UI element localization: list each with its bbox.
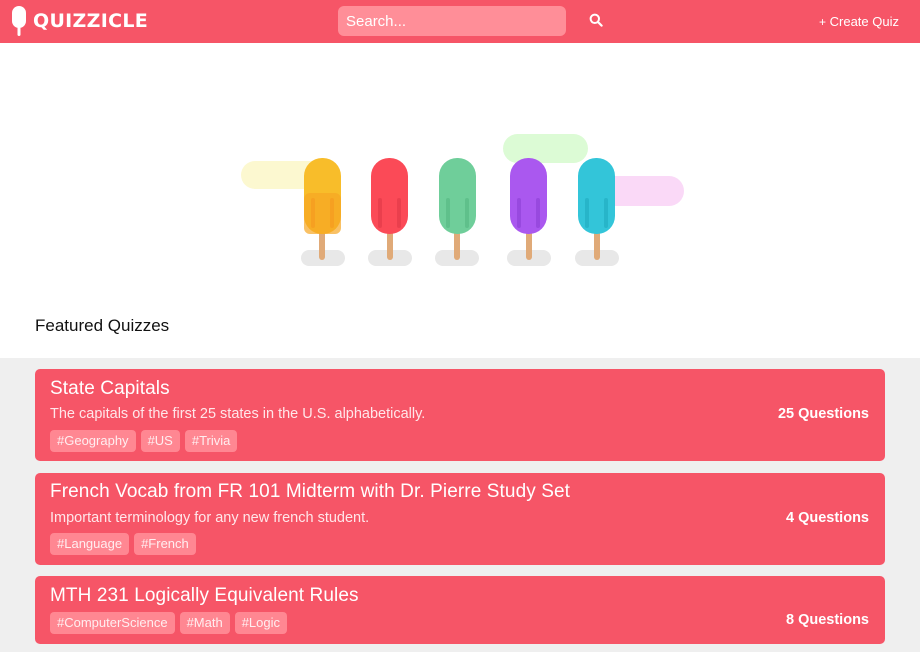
green-cloud-shape <box>503 134 588 163</box>
popsicle-teal <box>578 158 615 260</box>
tag-us[interactable]: #US <box>140 430 180 452</box>
tag-language[interactable]: #Language <box>50 533 130 555</box>
quiz-card-state-capitals[interactable]: State Capitals The capitals of the first… <box>35 369 885 461</box>
quiz-description: The capitals of the first 25 states in t… <box>50 406 426 422</box>
create-quiz-label: Create Quiz <box>829 14 899 29</box>
hero-banner: Featured Quizzes <box>0 43 920 358</box>
tag-geography[interactable]: #Geography <box>50 430 136 452</box>
quiz-tags: #Language #French <box>50 533 196 555</box>
tag-logic[interactable]: #Logic <box>234 612 288 634</box>
popsicle-purple <box>510 158 547 260</box>
popsicles-illustration <box>241 134 684 266</box>
tag-french[interactable]: #French <box>134 533 196 555</box>
quiz-card-mth-231[interactable]: MTH 231 Logically Equivalent Rules 8 Que… <box>35 576 885 644</box>
create-quiz-link[interactable]: + Create Quiz <box>819 14 899 29</box>
featured-quizzes-heading: Featured Quizzes <box>35 316 170 335</box>
quiz-question-count: 25 Questions <box>777 406 869 422</box>
quiz-tags: #Geography #US #Trivia <box>50 430 238 452</box>
brand-logo-link[interactable]: QUIZZICLE <box>12 6 148 36</box>
quiz-tags: #ComputerScience #Math #Logic <box>50 612 288 634</box>
quiz-description: Important terminology for any new french… <box>50 510 370 526</box>
search-button[interactable] <box>584 10 608 32</box>
popsicle-yellow <box>304 158 341 260</box>
tag-computer-science[interactable]: #ComputerScience <box>50 612 175 634</box>
popsicle-logo-icon <box>12 6 26 36</box>
popsicle-green <box>439 158 476 260</box>
quiz-question-count: 8 Questions <box>786 612 869 628</box>
tag-trivia[interactable]: #Trivia <box>184 430 238 452</box>
search-icon <box>589 13 603 27</box>
popsicle-red <box>371 158 408 260</box>
quiz-title: French Vocab from FR 101 Midterm with Dr… <box>50 481 571 502</box>
quiz-title: MTH 231 Logically Equivalent Rules <box>50 585 359 606</box>
quiz-list: State Capitals The capitals of the first… <box>0 358 920 652</box>
quiz-card-french-vocab[interactable]: French Vocab from FR 101 Midterm with Dr… <box>35 473 885 565</box>
tag-math[interactable]: #Math <box>179 612 230 634</box>
brand-name: QUIZZICLE <box>33 10 149 32</box>
plus-icon: + <box>818 15 826 29</box>
quiz-question-count: 4 Questions <box>786 510 869 526</box>
navbar: QUIZZICLE + Create Quiz <box>0 0 920 43</box>
quiz-title: State Capitals <box>50 378 170 399</box>
search-input[interactable] <box>338 6 566 36</box>
